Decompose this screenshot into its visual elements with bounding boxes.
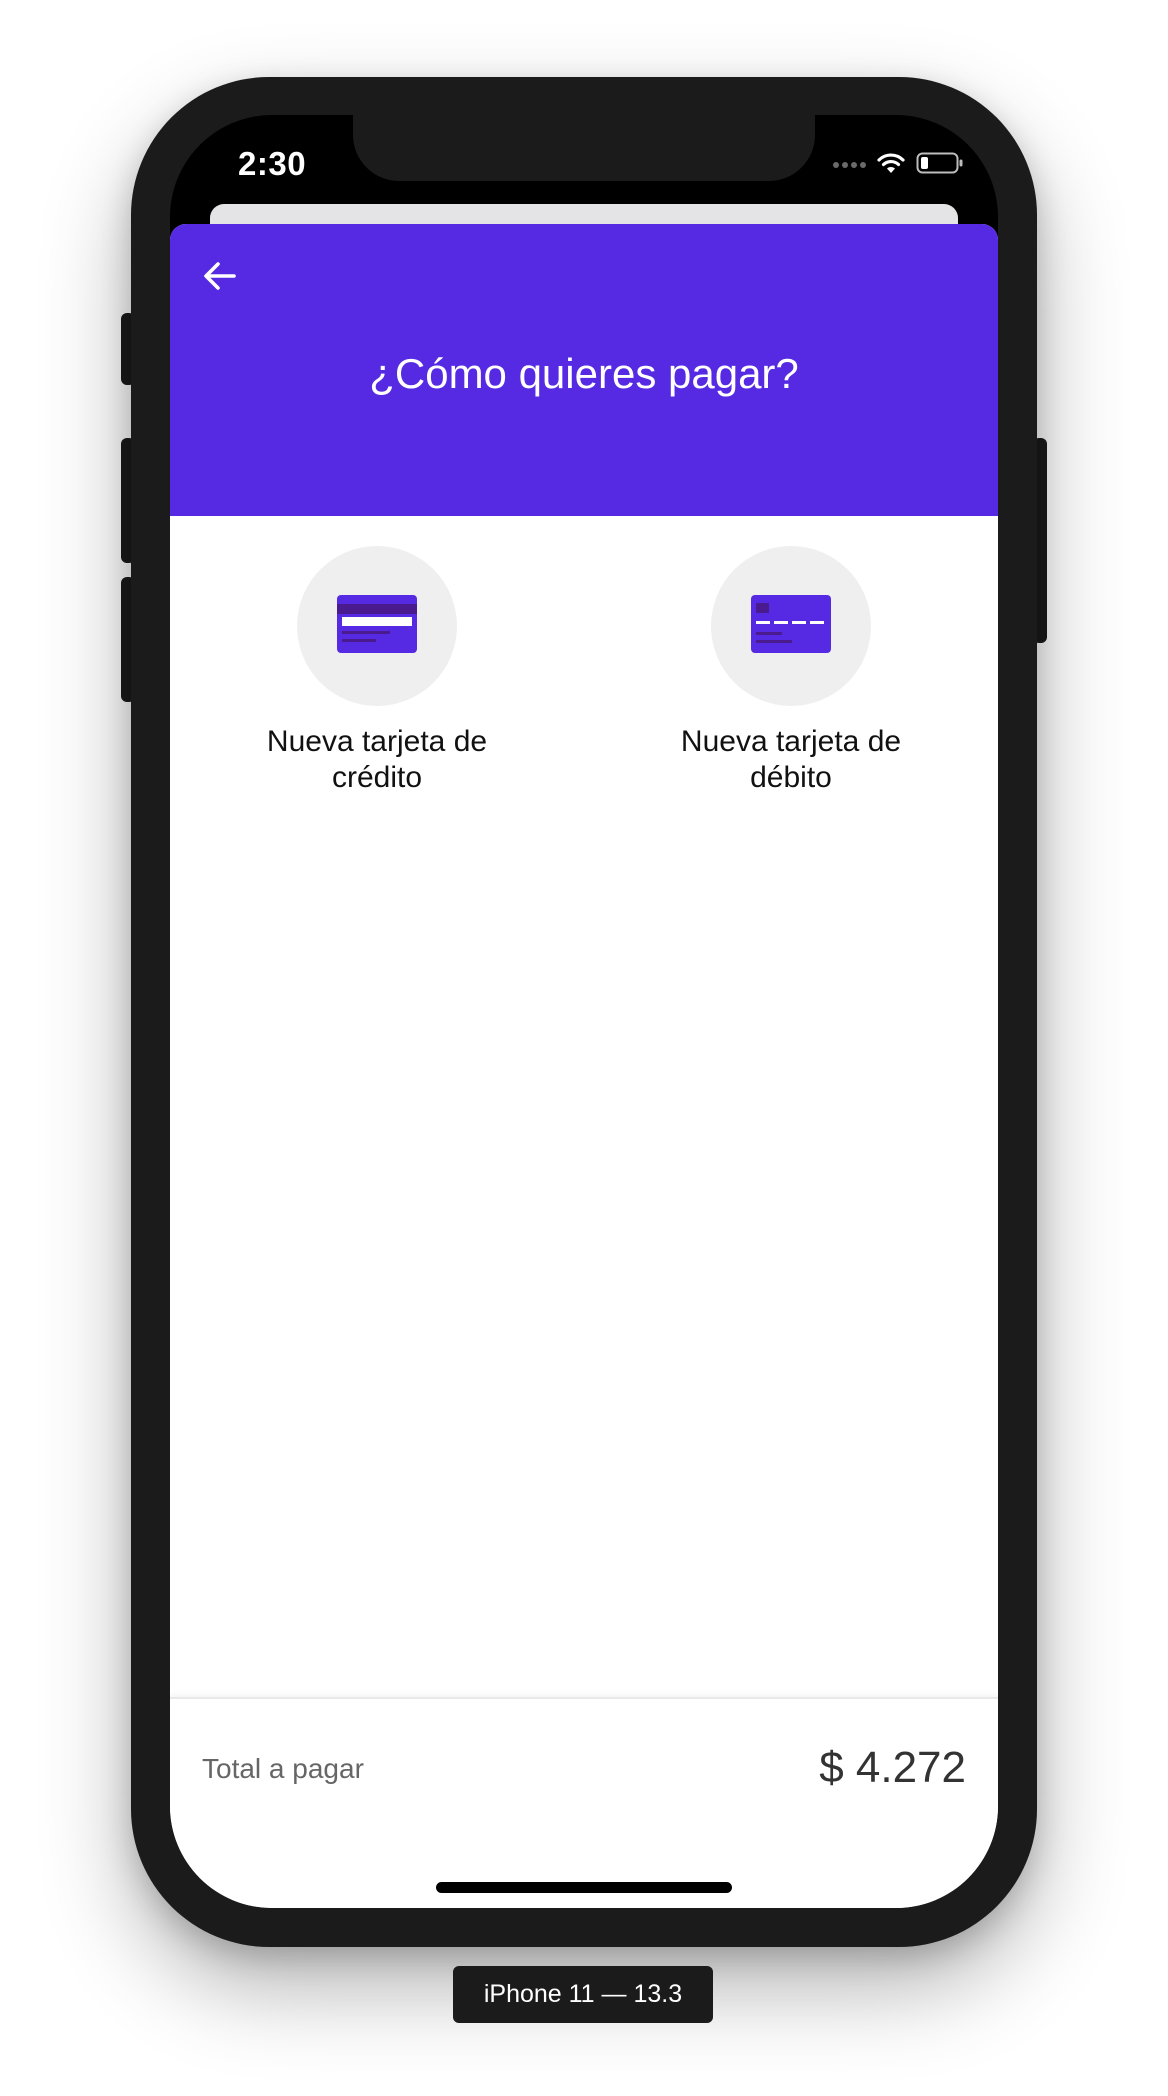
payment-method-sheet: ¿Cómo quieres pagar? Nueva tarjeta de cr…	[170, 224, 998, 1908]
signal-icon	[833, 162, 866, 168]
credit-card-option[interactable]: Nueva tarjeta de crédito	[227, 546, 527, 796]
status-icons	[833, 151, 964, 179]
status-time: 2:30	[238, 145, 307, 182]
credit-card-icon	[337, 594, 417, 658]
device-label: iPhone 11 — 13.3	[453, 1966, 713, 2023]
credit-card-option-label: Nueva tarjeta de crédito	[266, 725, 488, 794]
home-indicator[interactable]	[436, 1882, 732, 1893]
back-button[interactable]	[198, 256, 242, 300]
notch	[353, 115, 815, 181]
app-header: ¿Cómo quieres pagar?	[170, 224, 998, 516]
wifi-icon	[876, 151, 906, 180]
page-title: ¿Cómo quieres pagar?	[369, 350, 799, 397]
credit-card-icon-circle	[297, 546, 457, 706]
battery-icon	[916, 151, 964, 180]
total-label: Total a pagar	[202, 1753, 364, 1784]
arrow-left-icon	[202, 258, 238, 299]
total-footer: Total a pagar $ 4.272	[170, 1697, 998, 1908]
debit-card-option-label: Nueva tarjeta de débito	[680, 725, 902, 794]
total-amount: $ 4.272	[819, 1743, 966, 1792]
debit-card-icon-circle	[711, 546, 871, 706]
debit-card-option[interactable]: Nueva tarjeta de débito	[641, 546, 941, 796]
phone-screen: 2:30 ¿Cómo quieres pagar? Nueva tarjeta …	[170, 115, 998, 1908]
debit-card-icon	[751, 594, 831, 658]
simulator-stage: 2:30 ¿Cómo quieres pagar? Nueva tarjeta …	[0, 0, 1168, 2096]
